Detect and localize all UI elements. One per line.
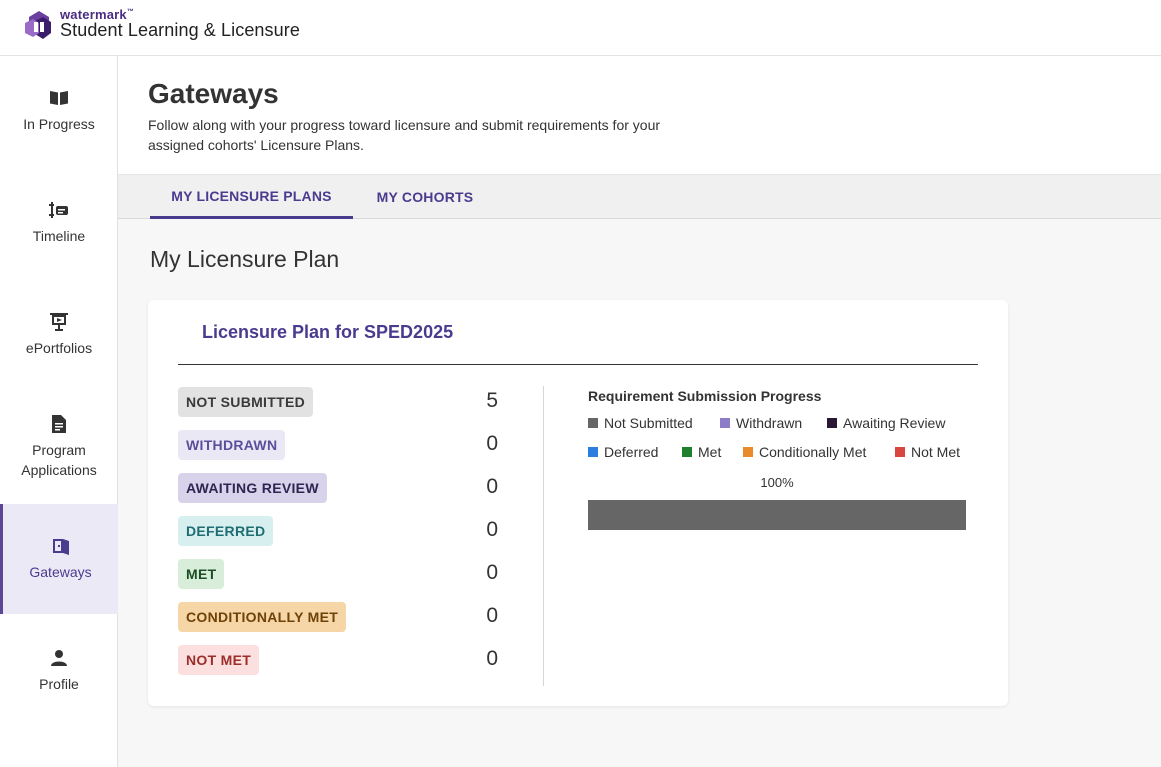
status-badge-conditionally-met: CONDITIONALLY MET	[178, 602, 347, 632]
sidebar-item-eportfolios[interactable]: ePortfolios	[0, 280, 118, 390]
status-count: 5	[486, 389, 498, 412]
status-badge-deferred: DEFERRED	[178, 516, 274, 546]
status-badge-withdrawn: WITHDRAWN	[178, 430, 286, 460]
status-count: 0	[486, 561, 498, 584]
legend-item: Not Submitted	[588, 415, 693, 431]
legend-swatch	[827, 418, 837, 428]
sidebar-item-label: In Progress	[23, 116, 95, 132]
legend-swatch	[895, 447, 905, 457]
legend-item: Deferred	[588, 444, 658, 460]
app-header: watermark™ Student Learning & Licensure	[0, 0, 1161, 56]
legend-item: Met	[682, 444, 721, 460]
legend-swatch	[720, 418, 730, 428]
licensure-plan-card: Licensure Plan for SPED2025 NOT SUBMITTE…	[148, 300, 1008, 706]
sidebar-item-label: Profile	[39, 676, 79, 692]
legend-item: Not Met	[895, 444, 960, 460]
legend-swatch	[588, 418, 598, 428]
sidebar-item-label: Timeline	[32, 228, 86, 244]
progress-title: Requirement Submission Progress	[588, 388, 822, 404]
tab-my-cohorts[interactable]: MY COHORTS	[365, 175, 485, 219]
status-count: 0	[486, 647, 498, 670]
progress-bar	[588, 500, 966, 530]
legend-swatch	[588, 447, 598, 457]
watermark-logo-icon	[25, 11, 51, 39]
sidebar-nav: In Progress Timeline ePortfolios Program…	[0, 56, 118, 767]
progress-percent-label: 100%	[760, 475, 794, 490]
document-icon	[52, 415, 66, 433]
legend-label: Deferred	[604, 444, 659, 460]
sidebar-item-gateways[interactable]: Gateways	[0, 504, 118, 614]
legend-label: Not Submitted	[604, 415, 693, 431]
tab-my-licensure-plans[interactable]: MY LICENSURE PLANS	[150, 175, 353, 219]
book-open-icon	[50, 91, 68, 105]
timeline-icon	[49, 202, 68, 218]
legend-label: Awaiting Review	[843, 415, 946, 431]
sidebar-item-label: Program Applications	[21, 442, 97, 478]
status-badge-awaiting-review: AWAITING REVIEW	[178, 473, 327, 503]
legend-item: Awaiting Review	[827, 415, 945, 431]
page-description: Follow along with your progress toward l…	[148, 117, 661, 153]
vertical-divider	[543, 386, 544, 686]
sidebar-item-label: Gateways	[29, 564, 92, 580]
legend-swatch	[743, 447, 753, 457]
tab-bar: MY LICENSURE PLANS MY COHORTS	[118, 174, 1161, 219]
gateway-icon	[52, 539, 69, 555]
sidebar-item-profile[interactable]: Profile	[0, 616, 118, 726]
status-count: 0	[486, 432, 498, 455]
legend-label: Conditionally Met	[759, 444, 867, 460]
sidebar-item-in-progress[interactable]: In Progress	[0, 56, 118, 166]
section-title: My Licensure Plan	[150, 246, 340, 272]
legend-label: Met	[698, 444, 722, 460]
status-count: 0	[486, 604, 498, 627]
legend-label: Withdrawn	[736, 415, 803, 431]
progress-segment	[588, 500, 966, 530]
status-badge-not-submitted: NOT SUBMITTED	[178, 387, 314, 417]
person-icon	[51, 650, 67, 666]
page-header: Gateways Follow along with your progress…	[118, 56, 1161, 174]
sidebar-item-program-applications[interactable]: Program Applications	[0, 392, 118, 502]
status-badge-not-met: NOT MET	[178, 645, 260, 675]
card-title: Licensure Plan for SPED2025	[202, 322, 454, 342]
status-count: 0	[486, 475, 498, 498]
legend-item: Conditionally Met	[743, 444, 866, 460]
legend-label: Not Met	[911, 444, 961, 460]
presentation-icon	[50, 313, 68, 331]
sidebar-item-label: ePortfolios	[25, 340, 93, 356]
brand-name-main: Student Learning & Licensure	[60, 20, 300, 40]
sidebar-item-timeline[interactable]: Timeline	[0, 168, 118, 278]
status-count: 0	[486, 518, 498, 541]
legend-item: Withdrawn	[720, 415, 802, 431]
status-badge-met: MET	[178, 559, 225, 589]
page-title: Gateways	[148, 78, 279, 109]
legend-swatch	[682, 447, 692, 457]
card-divider	[178, 364, 978, 365]
